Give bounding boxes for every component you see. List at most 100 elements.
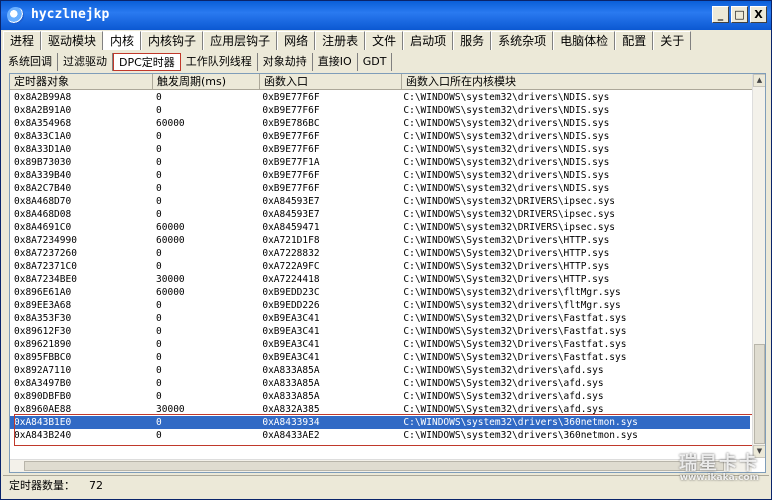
table-row[interactable]: 0x8A7234990 60000 0xA721D1F8 C:\WINDOWS\Sys… xyxy=(10,234,750,247)
main-tab[interactable]: 启动项 xyxy=(403,31,454,50)
table-row[interactable]: 0x8960AE88 30000 0xA832A385 C:\WINDOWS\Syst… xyxy=(10,403,750,416)
table-cell: 0xA843B1E0 xyxy=(14,417,72,428)
sub-tab[interactable]: 工作队列线程 xyxy=(180,53,258,71)
table-cell: C:\WINDOWS\system32\drivers\NDIS.sys xyxy=(403,157,610,168)
table-row[interactable]: 0x8A33D1A0 0 0xB9E77F6F C:\WINDOWS\system32… xyxy=(10,143,750,156)
table-cell: C:\WINDOWS\system32\DRIVERS\ipsec.sys xyxy=(403,222,616,233)
table-row[interactable]: 0x890DBFB0 0 0xA833A85A C:\WINDOWS\System32… xyxy=(10,390,750,403)
table-cell: C:\WINDOWS\System32\Drivers\Fastfat.sys xyxy=(403,339,627,350)
table-row[interactable]: 0x8A4691C0 60000 0xA8459471 C:\WINDOWS\syst… xyxy=(10,221,750,234)
sub-tab[interactable]: 过滤驱动 xyxy=(58,53,113,71)
table-cell: 0 xyxy=(156,417,162,428)
main-tab[interactable]: 配置 xyxy=(615,31,654,50)
table-cell: 60000 xyxy=(156,235,185,246)
column-header-timer-object[interactable]: 定时器对象 xyxy=(10,74,153,90)
table-cell: 0xA84593E7 xyxy=(262,209,320,220)
table-row[interactable]: 0x8A339B40 0 0xB9E77F6F C:\WINDOWS\system32… xyxy=(10,169,750,182)
table-row[interactable]: 0x8A354968 60000 0xB9E786BC C:\WINDOWS\syst… xyxy=(10,117,750,130)
sub-tab[interactable]: GDT xyxy=(357,53,393,71)
column-header-module[interactable]: 函数入口所在内核模块 xyxy=(402,74,755,90)
table-row[interactable]: 0xA843B240 0 0xA8433AE2 C:\WINDOWS\system32… xyxy=(10,429,750,442)
table-row[interactable]: 0x8A3497B0 0 0xA833A85A C:\WINDOWS\System32… xyxy=(10,377,750,390)
sub-tab[interactable]: DPC定时器 xyxy=(113,53,181,71)
table-cell: C:\WINDOWS\System32\drivers\afd.sys xyxy=(403,378,604,389)
main-tab[interactable]: 注册表 xyxy=(315,31,366,50)
title-bar[interactable]: hyczlnejkp _ □ X xyxy=(1,1,771,30)
main-tab[interactable]: 进程 xyxy=(3,31,42,50)
table-row[interactable]: 0xA843B1E0 0 0xA8433934 C:\WINDOWS\system32… xyxy=(10,416,750,429)
table-cell: 0x89621890 xyxy=(14,339,72,350)
table-row[interactable]: 0x8A2C7B40 0 0xB9E77F6F C:\WINDOWS\system32… xyxy=(10,182,750,195)
table-cell: C:\WINDOWS\system32\drivers\fltMgr.sys xyxy=(403,300,621,311)
horizontal-scroll-thumb[interactable] xyxy=(24,461,724,471)
main-tab[interactable]: 电脑体检 xyxy=(553,31,616,50)
table-row[interactable]: 0x8A72371C0 0 0xA722A9FC C:\WINDOWS\System3… xyxy=(10,260,750,273)
table-cell: 0xA7228832 xyxy=(262,248,320,259)
table-cell: 0x89612F30 xyxy=(14,326,72,337)
table-cell: 60000 xyxy=(156,118,185,129)
table-cell: C:\WINDOWS\System32\drivers\afd.sys xyxy=(403,365,604,376)
table-cell: C:\WINDOWS\system32\drivers\NDIS.sys xyxy=(403,131,610,142)
main-tab[interactable]: 文件 xyxy=(365,31,404,50)
table-cell: 0 xyxy=(156,144,162,155)
table-row[interactable]: 0x89EE3A68 0 0xB9EDD226 C:\WINDOWS\system32… xyxy=(10,299,750,312)
table-row[interactable]: 0x895FBBC0 0 0xB9EA3C41 C:\WINDOWS\System32… xyxy=(10,351,750,364)
table-row[interactable]: 0x89612F30 0 0xB9EA3C41 C:\WINDOWS\System32… xyxy=(10,325,750,338)
table-cell: C:\WINDOWS\system32\drivers\360netmon.sy… xyxy=(403,417,638,428)
table-row[interactable]: 0x8A468D08 0 0xA84593E7 C:\WINDOWS\system32… xyxy=(10,208,750,221)
scroll-up-arrow-icon[interactable]: ▲ xyxy=(753,74,765,87)
table-row[interactable]: 0x892A7110 0 0xA833A85A C:\WINDOWS\System32… xyxy=(10,364,750,377)
table-cell: 0x8A72371C0 xyxy=(14,261,77,272)
table-row[interactable]: 0x8A468D70 0 0xA84593E7 C:\WINDOWS\system32… xyxy=(10,195,750,208)
table-cell: 0xB9EA3C41 xyxy=(262,313,320,324)
table-cell: C:\WINDOWS\system32\DRIVERS\ipsec.sys xyxy=(403,209,616,220)
table-cell: 0x8A2B91A0 xyxy=(14,105,72,116)
close-button[interactable]: X xyxy=(750,6,767,23)
table-row[interactable]: 0x8A7237260 0 0xA7228832 C:\WINDOWS\System3… xyxy=(10,247,750,260)
table-row[interactable]: 0x8A353F30 0 0xB9EA3C41 C:\WINDOWS\System32… xyxy=(10,312,750,325)
table-cell: 0x8A468D08 xyxy=(14,209,72,220)
table-row[interactable]: 0x8A7234BE0 30000 0xA7224418 C:\WINDOWS\Sys… xyxy=(10,273,750,286)
table-row[interactable]: 0x8A2B91A0 0 0xB9E77F6F C:\WINDOWS\system32… xyxy=(10,104,750,117)
main-tab[interactable]: 驱动模块 xyxy=(41,31,104,50)
column-header-entry[interactable]: 函数入口 xyxy=(260,74,402,90)
table-cell: C:\WINDOWS\System32\Drivers\Fastfat.sys xyxy=(403,313,627,324)
table-cell: 0 xyxy=(156,105,162,116)
table-cell: 0 xyxy=(156,183,162,194)
sub-tab[interactable]: 对象劫持 xyxy=(257,53,313,71)
timer-count-value: 72 xyxy=(89,479,103,492)
main-tab[interactable]: 内核钩子 xyxy=(141,31,204,50)
table-cell: 0x8A353F30 xyxy=(14,313,72,324)
table-cell: 0 xyxy=(156,248,162,259)
main-tab[interactable]: 内核 xyxy=(103,31,142,50)
table-cell: C:\WINDOWS\system32\drivers\NDIS.sys xyxy=(403,105,610,116)
vertical-scrollbar[interactable]: ▲ ▼ xyxy=(752,74,765,458)
table-cell: 0xA7224418 xyxy=(262,274,320,285)
main-tab[interactable]: 系统杂项 xyxy=(491,31,554,50)
main-tab[interactable]: 关于 xyxy=(653,31,692,50)
status-bar: 定时器数量： 72 xyxy=(3,475,769,497)
horizontal-scrollbar[interactable] xyxy=(10,459,752,472)
main-tab[interactable]: 应用层钩子 xyxy=(203,31,278,50)
table-row[interactable]: 0x896E61A0 60000 0xB9EDD23C C:\WINDOWS\syst… xyxy=(10,286,750,299)
table-cell: 0 xyxy=(156,157,162,168)
column-header-period[interactable]: 触发周期(ms) xyxy=(153,74,260,90)
table-row[interactable]: 0x89621890 0 0xB9EA3C41 C:\WINDOWS\System32… xyxy=(10,338,750,351)
minimize-button[interactable]: _ xyxy=(712,6,729,23)
table-row[interactable]: 0x89B73030 0 0xB9E77F1A C:\WINDOWS\system32… xyxy=(10,156,750,169)
table-row[interactable]: 0x8A33C1A0 0 0xB9E77F6F C:\WINDOWS\system32… xyxy=(10,130,750,143)
table-cell: C:\WINDOWS\system32\drivers\NDIS.sys xyxy=(403,144,610,155)
table-cell: C:\WINDOWS\System32\drivers\afd.sys xyxy=(403,391,604,402)
main-tab[interactable]: 服务 xyxy=(453,31,492,50)
vertical-scroll-thumb[interactable] xyxy=(754,344,765,444)
table-cell: 0x892A7110 xyxy=(14,365,72,376)
table-row[interactable]: 0x8A2B99A8 0 0xB9E77F6F C:\WINDOWS\system32… xyxy=(10,91,750,104)
table-cell: 0xB9E77F6F xyxy=(262,183,320,194)
sub-tab[interactable]: 系统回调 xyxy=(3,53,58,71)
table-cell: 0x89B73030 xyxy=(14,157,72,168)
maximize-button[interactable]: □ xyxy=(731,6,748,23)
table-cell: 0x8A7234BE0 xyxy=(14,274,77,285)
main-tab[interactable]: 网络 xyxy=(277,31,316,50)
sub-tab[interactable]: 直接IO xyxy=(312,53,358,71)
table-cell: 0x8A7237260 xyxy=(14,248,77,259)
